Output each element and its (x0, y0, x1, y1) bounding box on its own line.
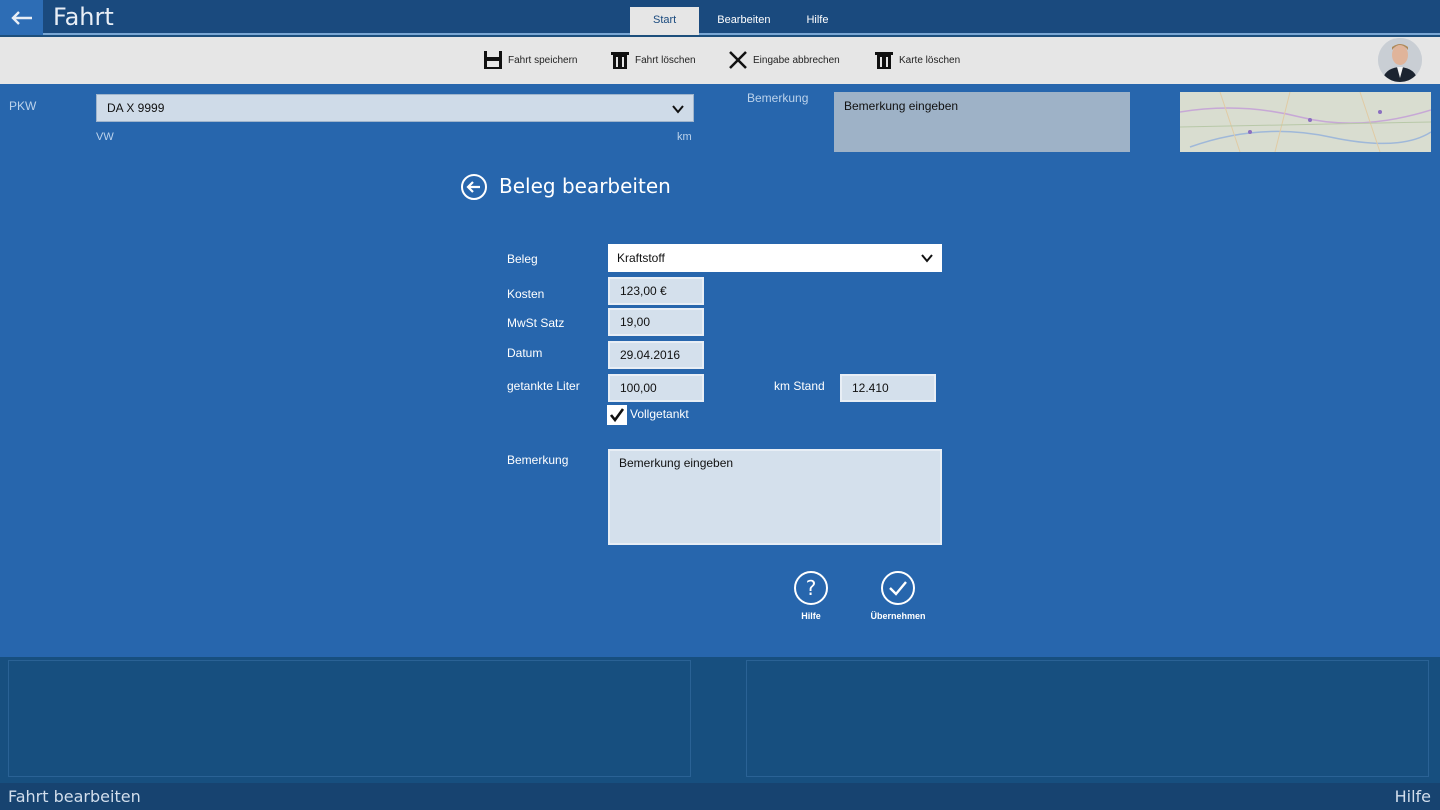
left-panel (8, 660, 691, 777)
header-remark-label: Bemerkung (747, 91, 809, 105)
tab-start[interactable]: Start (630, 7, 700, 35)
kmstand-label: km Stand (774, 379, 825, 393)
datum-input[interactable]: 29.04.2016 (608, 341, 704, 369)
avatar[interactable] (1378, 38, 1422, 82)
dialog-title: Beleg bearbeiten (499, 174, 671, 198)
delete-map-button[interactable]: Karte löschen (874, 49, 960, 71)
receipt-dialog: Beleg bearbeiten Beleg Kraftstoff Kosten… (0, 152, 1440, 657)
right-panel (746, 660, 1429, 777)
save-trip-label: Fahrt speichern (508, 54, 578, 66)
pkw-unit: km (677, 131, 692, 143)
header-remark-input[interactable]: Bemerkung eingeben (834, 92, 1130, 152)
bemerkung-textarea[interactable]: Bemerkung eingeben (608, 449, 942, 545)
cancel-input-button[interactable]: Eingabe abbrechen (728, 49, 840, 71)
kosten-label: Kosten (507, 287, 545, 301)
arrow-left-icon (10, 10, 32, 25)
status-help-link[interactable]: Hilfe (1395, 787, 1431, 806)
title-bar: Fahrt Start Bearbeiten Hilfe (0, 0, 1440, 35)
mwst-label: MwSt Satz (507, 316, 565, 330)
help-button[interactable]: ? Hilfe (771, 570, 851, 621)
delete-trip-button[interactable]: Fahrt löschen (610, 49, 696, 71)
user-avatar-icon (1378, 38, 1422, 82)
bemerkung-label: Bemerkung (507, 453, 569, 467)
kosten-input[interactable]: 123,00 € (608, 277, 704, 305)
back-circle-icon[interactable] (460, 173, 488, 201)
tab-bearbeiten[interactable]: Bearbeiten (699, 7, 788, 35)
trash-icon (875, 52, 893, 69)
pkw-make: VW (96, 131, 114, 143)
check-circle-icon (881, 571, 915, 605)
delete-map-label: Karte löschen (899, 54, 961, 66)
back-button[interactable] (0, 0, 43, 35)
tab-hilfe[interactable]: Hilfe (788, 7, 846, 35)
apply-button[interactable]: Übernehmen (858, 570, 938, 621)
status-bar: Fahrt bearbeiten Hilfe (0, 783, 1440, 810)
vollgetankt-checkbox[interactable] (607, 405, 627, 425)
datum-label: Datum (507, 346, 543, 360)
help-button-label: Hilfe (801, 611, 821, 621)
pkw-label: PKW (9, 99, 37, 113)
beleg-label: Beleg (507, 252, 538, 266)
save-icon (484, 51, 502, 69)
save-trip-button[interactable]: Fahrt speichern (483, 49, 577, 71)
checkmark-icon (609, 408, 625, 423)
map-thumbnail[interactable] (1180, 92, 1431, 152)
cancel-input-label: Eingabe abbrechen (753, 54, 840, 66)
kmstand-input[interactable]: 12.410 (840, 374, 936, 402)
beleg-select[interactable]: Kraftstoff (608, 244, 942, 272)
help-circle-icon: ? (794, 571, 828, 605)
pkw-value: DA X 9999 (107, 101, 165, 115)
app-title: Fahrt (53, 3, 114, 31)
delete-trip-label: Fahrt löschen (635, 54, 696, 66)
vollgetankt-label[interactable]: Vollgetankt (630, 407, 689, 421)
status-text: Fahrt bearbeiten (8, 787, 141, 806)
beleg-value: Kraftstoff (617, 251, 665, 265)
trip-header: PKW DA X 9999 VW km Bemerkung Bemerkung … (0, 84, 1440, 152)
bottom-panels (0, 657, 1440, 783)
apply-button-label: Übernehmen (870, 611, 926, 621)
mwst-input[interactable]: 19,00 (608, 308, 704, 336)
chevron-down-icon (921, 254, 933, 263)
chevron-down-icon (672, 105, 684, 114)
close-icon (729, 51, 747, 69)
ribbon-toolbar: Fahrt speichern Fahrt löschen Eingabe ab… (0, 37, 1440, 84)
svg-text:?: ? (806, 576, 817, 600)
trash-icon (611, 52, 629, 69)
map-icon (1180, 92, 1431, 152)
liter-label: getankte Liter (507, 379, 580, 393)
ribbon-tabs: Start Bearbeiten Hilfe (630, 7, 846, 35)
pkw-select[interactable]: DA X 9999 (96, 94, 694, 122)
liter-input[interactable]: 100,00 (608, 374, 704, 402)
